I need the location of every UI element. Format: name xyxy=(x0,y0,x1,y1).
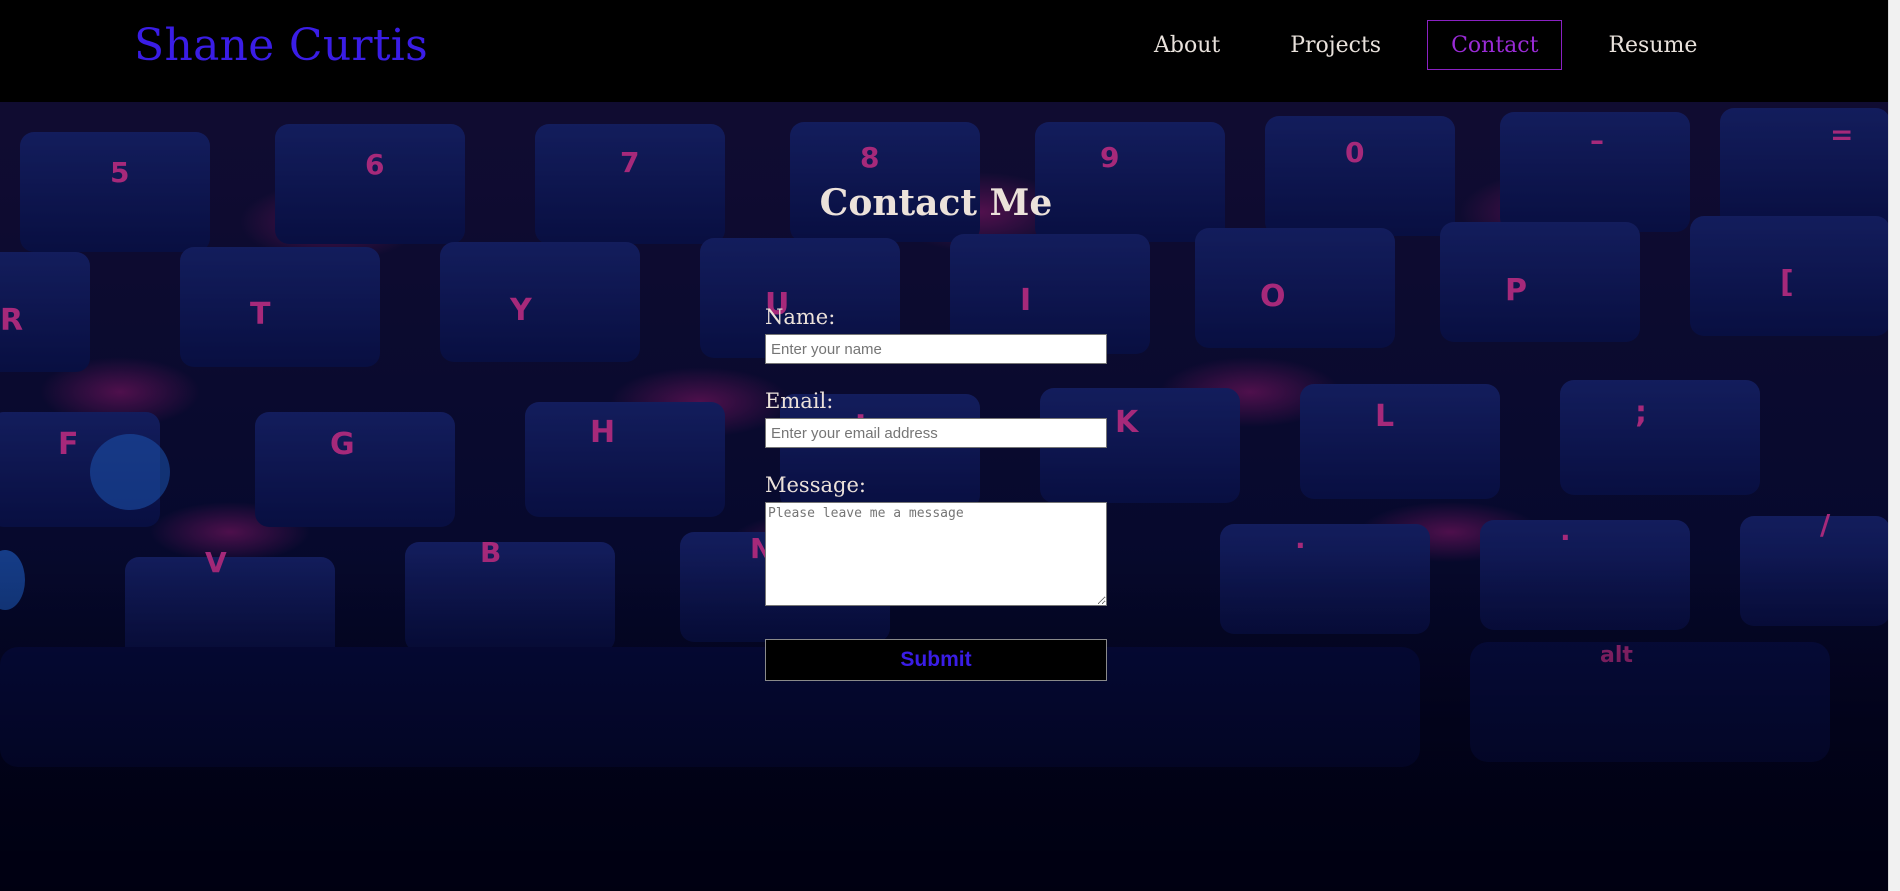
contact-form: Name: Email: Message: Submit xyxy=(765,304,1107,681)
name-input[interactable] xyxy=(765,334,1107,364)
nav-contact-link[interactable]: Contact xyxy=(1427,20,1563,70)
contact-title: Contact Me xyxy=(819,182,1053,224)
main-nav: About Projects Contact Resume xyxy=(1130,20,1743,70)
email-label: Email: xyxy=(765,389,834,413)
nav-about-link[interactable]: About xyxy=(1130,20,1244,70)
message-label: Message: xyxy=(765,473,866,497)
message-textarea[interactable] xyxy=(765,502,1107,606)
nav-projects-link[interactable]: Projects xyxy=(1266,20,1405,70)
nav-resume-link[interactable]: Resume xyxy=(1584,20,1721,70)
site-logo-link[interactable]: Shane Curtis xyxy=(134,20,428,71)
contact-section: Contact Me Name: Email: Message: Submit xyxy=(0,102,1889,891)
page-scrollbar[interactable] xyxy=(1888,0,1900,891)
submit-button[interactable]: Submit xyxy=(765,639,1107,681)
page: Shane Curtis About Projects Contact Resu… xyxy=(0,0,1900,891)
site-header: Shane Curtis About Projects Contact Resu… xyxy=(0,0,1889,102)
name-label: Name: xyxy=(765,305,836,329)
email-input[interactable] xyxy=(765,418,1107,448)
